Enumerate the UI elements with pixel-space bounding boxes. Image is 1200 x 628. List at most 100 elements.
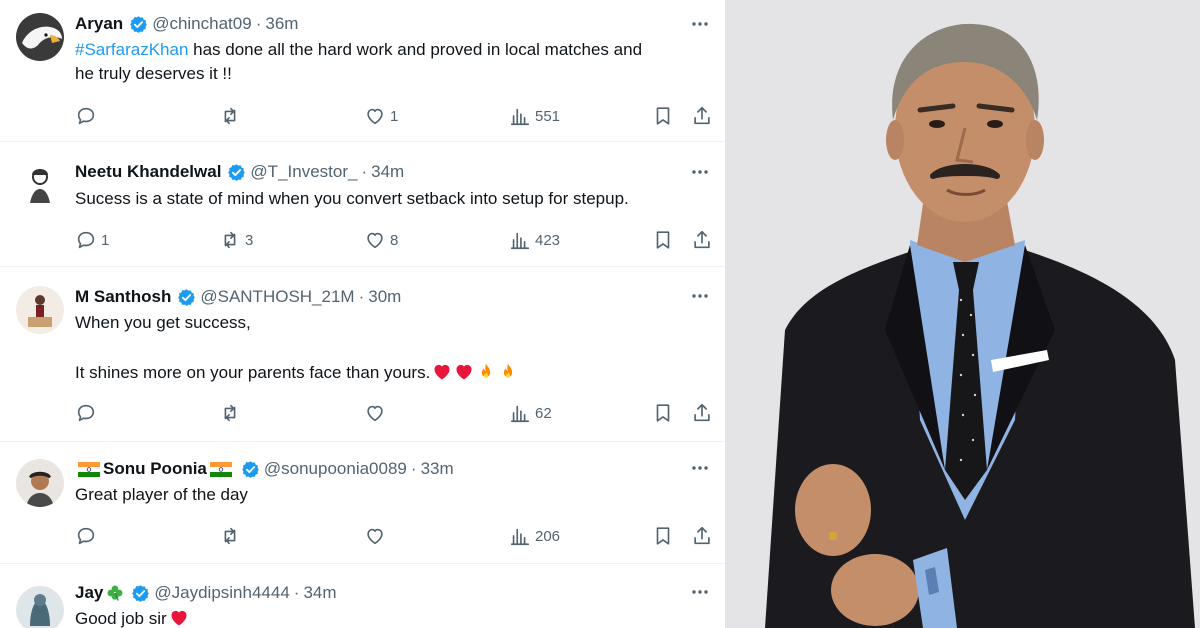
action-bar: 206 bbox=[0, 524, 725, 548]
like-count: 8 bbox=[390, 231, 399, 249]
more-icon[interactable] bbox=[689, 458, 711, 478]
author-handle[interactable]: @T_Investor_ bbox=[250, 162, 357, 182]
reply-icon bbox=[75, 229, 97, 251]
timestamp[interactable]: 36m bbox=[265, 14, 298, 34]
like-button[interactable]: 1 bbox=[364, 104, 398, 128]
reply-button[interactable]: 1 bbox=[75, 228, 109, 252]
author-name[interactable]: Jay bbox=[75, 583, 103, 603]
tweet-text-line: When you get success, bbox=[75, 313, 251, 332]
view-count: 551 bbox=[535, 107, 561, 125]
share-button[interactable] bbox=[691, 228, 713, 252]
separator-dot: · bbox=[410, 459, 417, 478]
share-icon bbox=[691, 525, 713, 547]
author-name[interactable]: M Santhosh bbox=[75, 287, 171, 307]
author-handle[interactable]: @sonupoonia0089 bbox=[264, 459, 407, 479]
bookmark-icon bbox=[652, 402, 674, 424]
retweet-button[interactable]: 3 bbox=[219, 228, 253, 252]
retweet-button[interactable] bbox=[219, 401, 245, 425]
like-icon bbox=[364, 402, 386, 424]
more-icon[interactable] bbox=[689, 582, 711, 602]
heart-emoji bbox=[432, 362, 452, 382]
more-icon[interactable] bbox=[689, 162, 711, 182]
avatar[interactable] bbox=[16, 586, 64, 628]
tweet-item[interactable]: Sonu Poonia @sonupoonia0089 · 33m Great … bbox=[0, 442, 725, 564]
shamrock-emoji bbox=[105, 583, 125, 603]
like-button[interactable] bbox=[364, 524, 390, 548]
tweet-text-line: has done all the hard work and proved in… bbox=[188, 40, 643, 59]
retweet-button[interactable] bbox=[219, 524, 245, 548]
timestamp[interactable]: 34m bbox=[303, 583, 336, 603]
bookmark-icon bbox=[652, 525, 674, 547]
author-name[interactable]: Neetu Khandelwal bbox=[75, 162, 221, 182]
timestamp[interactable]: 34m bbox=[371, 162, 404, 182]
author-handle[interactable]: @Jaydipsinh4444 bbox=[154, 583, 289, 603]
reply-icon bbox=[75, 402, 97, 424]
avatar[interactable] bbox=[16, 159, 64, 207]
reply-button[interactable] bbox=[75, 104, 101, 128]
reply-button[interactable] bbox=[75, 401, 101, 425]
timestamp[interactable]: 33m bbox=[421, 459, 454, 479]
bookmark-button[interactable] bbox=[652, 104, 674, 128]
author-name[interactable]: Sonu Poonia bbox=[103, 459, 207, 479]
more-icon[interactable] bbox=[689, 14, 711, 34]
like-icon bbox=[364, 229, 386, 251]
tweet-item[interactable]: Neetu Khandelwal @T_Investor_ · 34m Suce… bbox=[0, 142, 725, 267]
retweet-count: 3 bbox=[245, 231, 254, 249]
share-icon bbox=[691, 402, 713, 424]
tweet-header: Aryan @chinchat09 · 36m bbox=[75, 13, 298, 35]
india-flag bbox=[78, 462, 100, 477]
tweet-item[interactable]: M Santhosh @SANTHOSH_21M · 30m When you … bbox=[0, 267, 725, 442]
share-button[interactable] bbox=[691, 401, 713, 425]
like-icon bbox=[364, 525, 386, 547]
like-button[interactable]: 8 bbox=[364, 228, 398, 252]
separator-dot: · bbox=[293, 583, 300, 602]
avatar[interactable] bbox=[16, 13, 64, 61]
bookmark-button[interactable] bbox=[652, 228, 674, 252]
like-button[interactable] bbox=[364, 401, 390, 425]
reply-icon bbox=[75, 105, 97, 127]
share-button[interactable] bbox=[691, 524, 713, 548]
man-in-suit-illustration bbox=[725, 0, 1200, 628]
author-handle[interactable]: @chinchat09 bbox=[152, 14, 252, 34]
tweet-text: #SarfarazKhan has done all the hard work… bbox=[75, 38, 715, 86]
tweet-text: Sucess is a state of mind when you conve… bbox=[75, 187, 715, 211]
retweet-button[interactable] bbox=[219, 104, 245, 128]
bookmark-button[interactable] bbox=[652, 401, 674, 425]
share-button[interactable] bbox=[691, 104, 713, 128]
more-icon[interactable] bbox=[689, 286, 711, 306]
bookmark-icon bbox=[652, 105, 674, 127]
views-button[interactable]: 62 bbox=[509, 401, 552, 425]
tweet-text-line: Good job sir bbox=[75, 609, 167, 628]
retweet-icon bbox=[219, 229, 241, 251]
verified-badge-icon bbox=[227, 163, 246, 182]
views-icon bbox=[509, 229, 531, 251]
views-button[interactable]: 423 bbox=[509, 228, 560, 252]
bookmark-button[interactable] bbox=[652, 524, 674, 548]
avatar[interactable] bbox=[16, 459, 64, 507]
retweet-icon bbox=[219, 105, 241, 127]
tweet-text-line: Great player of the day bbox=[75, 485, 248, 504]
tweet-text-line: It shines more on your parents face than… bbox=[75, 363, 431, 382]
views-button[interactable]: 206 bbox=[509, 524, 560, 548]
tweet-header: Neetu Khandelwal @T_Investor_ · 34m bbox=[75, 161, 404, 183]
fire-emoji bbox=[476, 362, 496, 382]
hashtag-link[interactable]: #SarfarazKhan bbox=[75, 40, 188, 59]
portrait-photo bbox=[725, 0, 1200, 628]
reply-button[interactable] bbox=[75, 524, 101, 548]
author-name[interactable]: Aryan bbox=[75, 14, 123, 34]
reply-count: 1 bbox=[101, 231, 110, 249]
tweet-item[interactable]: Aryan @chinchat09 · 36m #SarfarazKhan ha… bbox=[0, 0, 725, 142]
author-handle[interactable]: @SANTHOSH_21M bbox=[200, 287, 354, 307]
retweet-icon bbox=[219, 402, 241, 424]
views-icon bbox=[509, 402, 531, 424]
retweet-icon bbox=[219, 525, 241, 547]
views-button[interactable]: 551 bbox=[509, 104, 560, 128]
verified-badge-icon bbox=[129, 15, 148, 34]
action-bar: 1 3 8 423 bbox=[0, 228, 725, 252]
fire-emoji bbox=[498, 362, 518, 382]
tweet-item[interactable]: Jay @Jaydipsinh4444 · 34m Good job sir bbox=[0, 564, 725, 628]
tweet-feed: Aryan @chinchat09 · 36m #SarfarazKhan ha… bbox=[0, 0, 725, 628]
timestamp[interactable]: 30m bbox=[368, 287, 401, 307]
avatar[interactable] bbox=[16, 286, 64, 334]
tweet-header: Jay @Jaydipsinh4444 · 34m bbox=[75, 582, 337, 604]
